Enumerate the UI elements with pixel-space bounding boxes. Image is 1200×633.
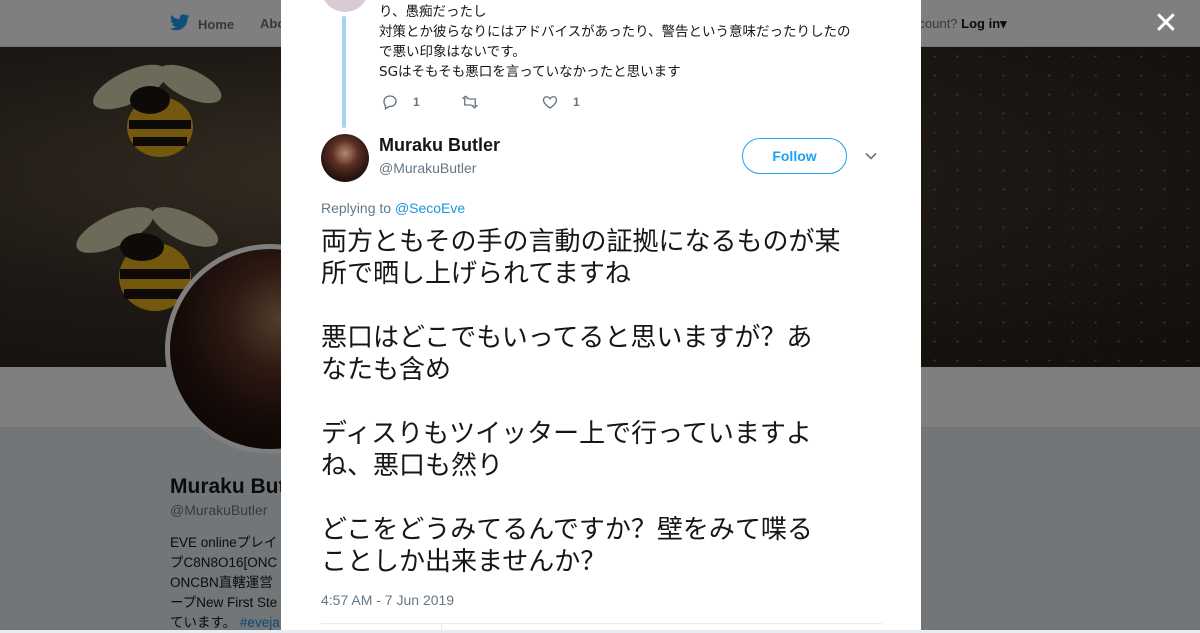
tweet-line: ことしか出来ませんか？ xyxy=(321,547,607,577)
previous-tweet-line: り、愚痴だったし xyxy=(379,4,487,20)
previous-tweet-line: SGはそもそも悪口を言っていなかったと思います xyxy=(379,64,681,80)
previous-tweet-text: り、愚痴だったし 対策とか彼らなりにはアドバイスがあったり、警告という意味だった… xyxy=(379,2,879,82)
tweet-line: 両方ともその手の言動の証拠になるものが某 xyxy=(321,227,841,257)
tweet-paragraph: 両方ともその手の言動の証拠になるものが某 所で晒し上げられてますね xyxy=(321,226,886,290)
previous-tweet-line: で悪い印象はないです。 xyxy=(379,44,526,60)
reply-action[interactable]: 1 xyxy=(381,93,461,111)
heart-icon xyxy=(542,96,558,109)
tweet-modal: り、愚痴だったし 対策とか彼らなりにはアドバイスがあったり、警告という意味だった… xyxy=(281,0,921,630)
tweet-paragraph: どこをどうみてるんですか？壁をみて喋る ことしか出来ませんか？ xyxy=(321,514,886,578)
stats-divider xyxy=(441,624,442,630)
retweet-action[interactable] xyxy=(461,93,541,111)
chevron-down-icon[interactable] xyxy=(863,148,879,164)
like-action[interactable]: 1 xyxy=(541,93,621,111)
previous-tweet-actions: 1 1 xyxy=(381,92,621,112)
previous-tweet-line: 対策とか彼らなりにはアドバイスがあったり、警告という意味だったりしたの xyxy=(379,24,851,40)
like-count: 1 xyxy=(573,95,580,109)
tweet-paragraph: 悪口はどこでもいってると思いますが？あ なたも含め xyxy=(321,322,886,386)
tweet-line: ディスりもツイッター上で行っていますよ xyxy=(321,419,812,449)
thread-connector-line xyxy=(342,16,346,128)
tweet-stats-bar xyxy=(321,623,882,630)
tweet-text: 両方ともその手の言動の証拠になるものが某 所で晒し上げられてますね 悪口はどこで… xyxy=(321,226,886,610)
author-handle[interactable]: @MurakuButler xyxy=(379,160,476,176)
tweet-timestamp[interactable]: 4:57 AM - 7 Jun 2019 xyxy=(321,592,454,608)
replying-to-link[interactable]: @SecoEve xyxy=(395,200,465,216)
author-avatar[interactable] xyxy=(321,134,369,182)
tweet-line: なたも含め xyxy=(321,355,452,385)
retweet-icon xyxy=(461,95,479,109)
author-name[interactable]: Muraku Butler xyxy=(379,135,500,156)
previous-tweet-avatar[interactable] xyxy=(321,0,369,12)
tweet-line: 悪口はどこでもいってると思いますが？あ xyxy=(321,323,813,353)
replying-to: Replying to @SecoEve xyxy=(321,200,465,216)
follow-button[interactable]: Follow xyxy=(742,138,847,174)
replying-prefix: Replying to xyxy=(321,200,392,216)
reply-count: 1 xyxy=(413,95,420,109)
tweet-line: ね、悪口も然り xyxy=(321,451,504,481)
close-icon[interactable]: ✕ xyxy=(1152,9,1180,39)
tweet-paragraph: ディスりもツイッター上で行っていますよ ね、悪口も然り xyxy=(321,418,886,482)
tweet-line: 所で晒し上げられてますね xyxy=(321,259,631,289)
tweet-line: どこをどうみてるんですか？壁をみて喋る xyxy=(321,515,813,545)
reply-icon xyxy=(383,95,397,110)
